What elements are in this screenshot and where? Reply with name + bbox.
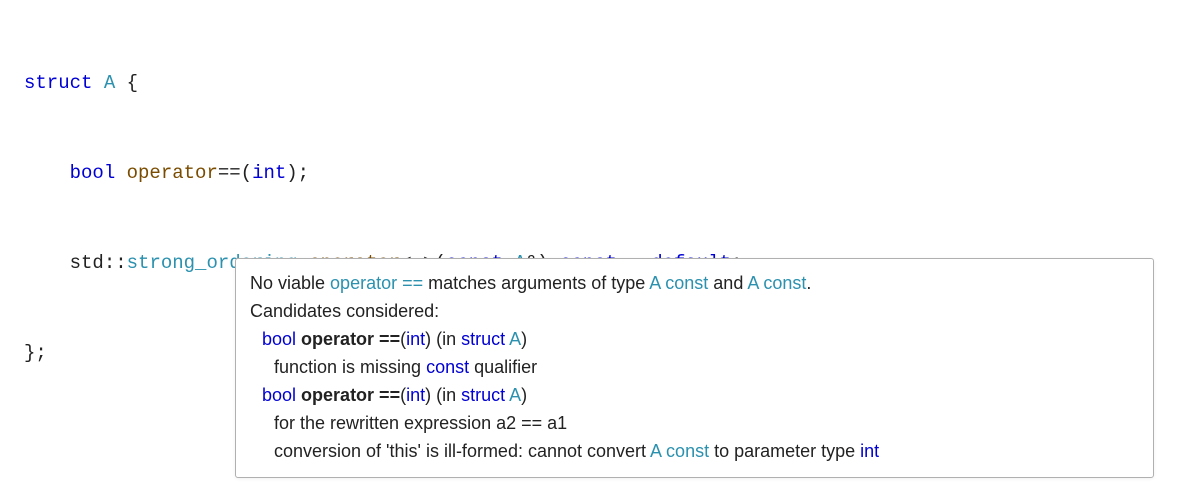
type-A: A: [104, 72, 115, 94]
namespace-std: std: [70, 252, 104, 274]
error-tooltip: No viable operator == matches arguments …: [235, 258, 1154, 478]
tooltip-subhead: Candidates considered:: [250, 297, 1139, 325]
type-int: int: [252, 162, 286, 184]
tooltip-reason: function is missing const qualifier: [250, 353, 1139, 381]
keyword-bool: bool: [70, 162, 116, 184]
code-line: bool operator==(int);: [24, 158, 1200, 188]
tooltip-reason: for the rewritten expression a2 == a1: [250, 409, 1139, 437]
tooltip-candidate: bool operator ==(int) (in struct A): [250, 325, 1139, 353]
code-editor[interactable]: struct A { bool operator==(int); std::st…: [0, 0, 1200, 500]
tooltip-candidate: bool operator ==(int) (in struct A): [250, 381, 1139, 409]
tooltip-headline: No viable operator == matches arguments …: [250, 269, 1139, 297]
code-line: struct A {: [24, 68, 1200, 98]
keyword-struct: struct: [24, 72, 92, 94]
function-operator: operator: [127, 162, 218, 184]
tooltip-reason: conversion of 'this' is ill-formed: cann…: [250, 437, 1139, 465]
